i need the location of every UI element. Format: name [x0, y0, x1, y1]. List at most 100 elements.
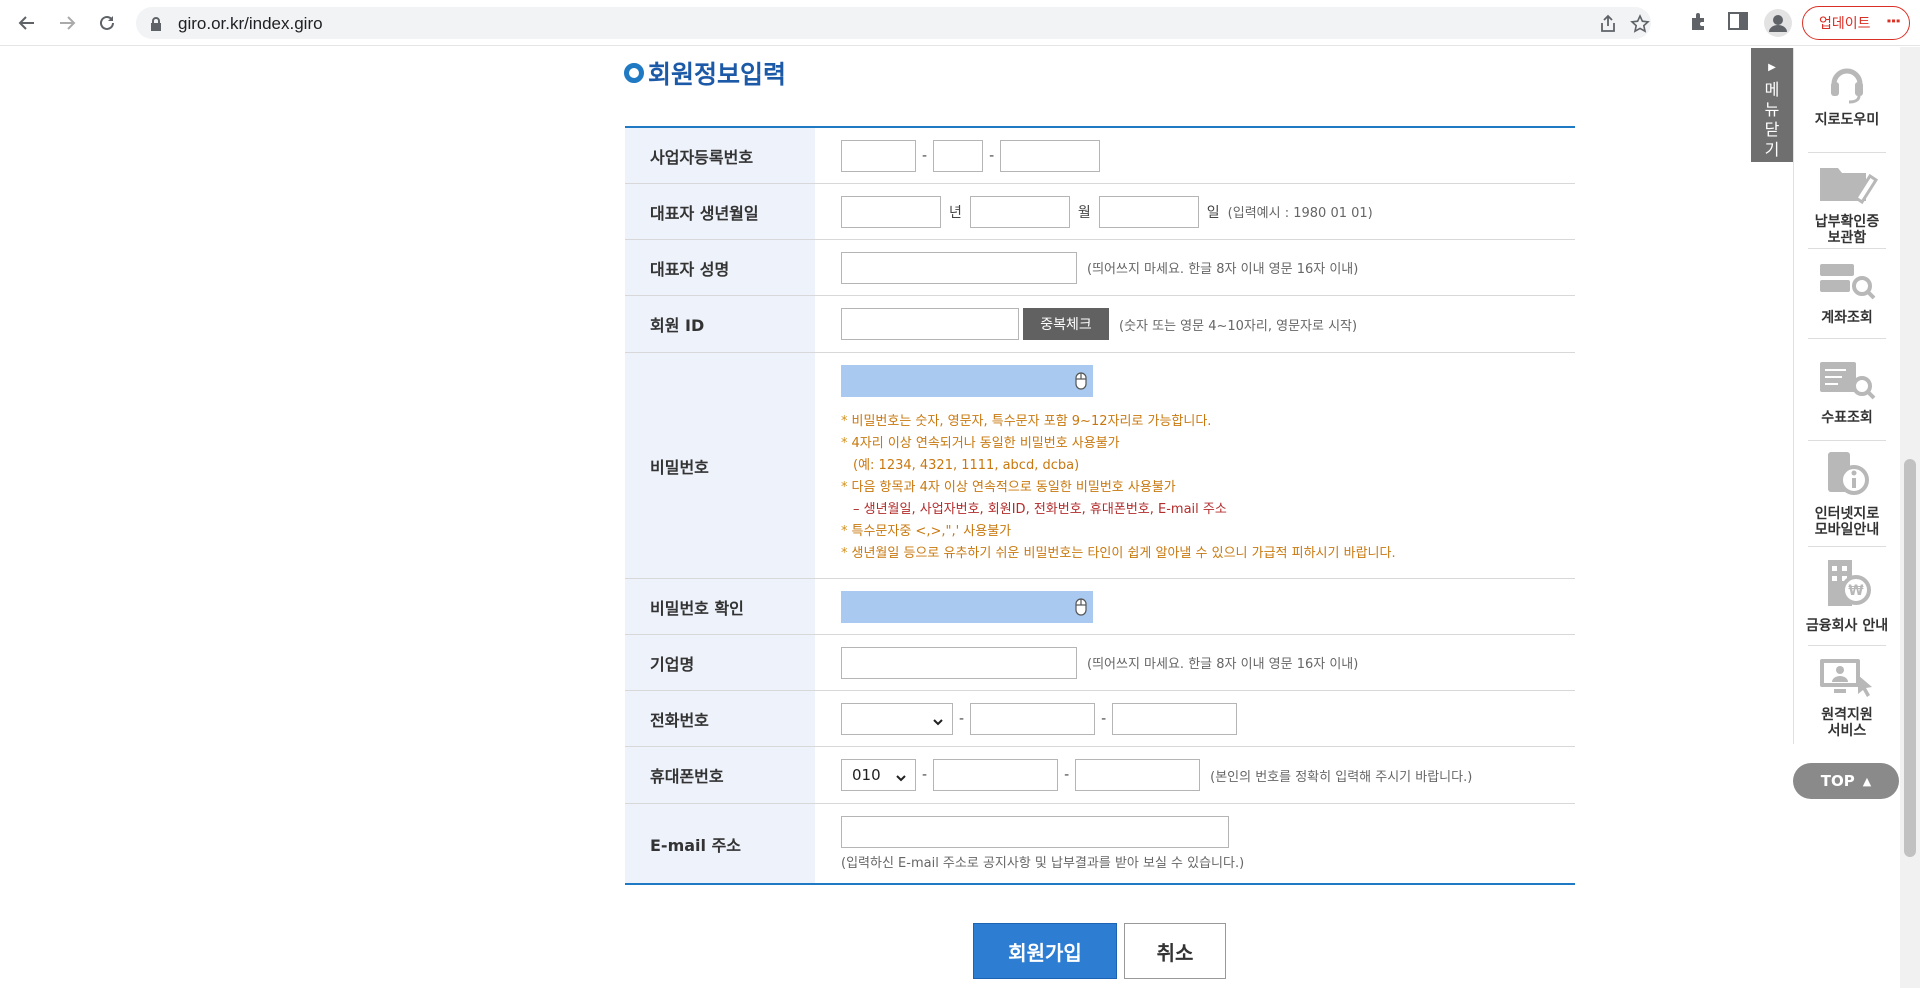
email-hint: (입력하신 E-mail 주소로 공지사항 및 납부결과를 받아 보실 수 있습…: [841, 856, 1245, 871]
cancel-button[interactable]: 취소: [1124, 923, 1226, 979]
forward-icon[interactable]: [52, 8, 82, 38]
scrollbar-thumb[interactable]: [1904, 459, 1916, 857]
url-text: giro.or.kr/index.giro: [178, 14, 323, 33]
side-panel-icon[interactable]: [1727, 10, 1749, 36]
birth-hint: (입력예시 : 1980 01 01): [1227, 206, 1373, 221]
quick-menu-label: 계좌조회: [1821, 310, 1873, 326]
phone-label: 전화번호: [625, 691, 815, 746]
more-menu-icon[interactable]: ⋮: [1884, 13, 1903, 29]
password-rule: * 비밀번호는 숫자, 영문자, 특수문자 포함 9~12자리로 가능합니다.: [841, 414, 1212, 429]
phone-last-input[interactable]: [1112, 702, 1238, 735]
rep-name-label: 대표자 성명: [625, 240, 815, 295]
row-email: E-mail 주소 (입력하신 E-mail 주소로 공지사항 및 납부결과를 …: [625, 804, 1575, 883]
check-search-icon: [1816, 358, 1878, 406]
row-birth: 대표자 생년월일 년 월 일 (입력예시 : 1980 01 01): [625, 184, 1575, 240]
birth-month-input[interactable]: [969, 195, 1070, 228]
quick-menu-item-mobile-guide[interactable]: 인터넷지로 모바일안내: [1794, 450, 1900, 538]
bank-icon: ₩: [1816, 556, 1878, 614]
password-confirm-input[interactable]: [841, 590, 1093, 623]
business-no-part2-input[interactable]: [933, 139, 984, 172]
scroll-top-button[interactable]: TOP ▲: [1793, 763, 1899, 799]
birth-label: 대표자 생년월일: [625, 184, 815, 239]
row-company: 기업명 (띄어쓰지 마세요. 한글 8자 이내 영문 16자 이내): [625, 635, 1575, 691]
quick-menu-item-bank-guide[interactable]: ₩ 금융회사 안내: [1794, 556, 1900, 634]
extensions-icon[interactable]: [1688, 10, 1710, 36]
row-mobile: 휴대폰번호 010 - - (본인의 번호를 정확히 입력해 주시기 바랍니다.…: [625, 747, 1575, 804]
update-label: 업데이트: [1819, 16, 1871, 32]
password-rules: * 비밀번호는 숫자, 영문자, 특수문자 포함 9~12자리로 가능합니다. *…: [841, 411, 1396, 565]
email-input[interactable]: [841, 816, 1229, 848]
page-scrollbar[interactable]: [1900, 47, 1920, 988]
account-search-icon: [1816, 258, 1878, 306]
quick-menu-label: 인터넷지로 모바일안내: [1814, 506, 1880, 538]
year-unit: 년: [949, 204, 962, 221]
password-rule: * 다음 항목과 4자 이상 연속적으로 동일한 비밀번호 사용불가: [841, 480, 1176, 495]
mobile-label: 휴대폰번호: [625, 747, 815, 803]
remote-support-icon: [1816, 655, 1878, 703]
share-icon[interactable]: [1598, 14, 1618, 38]
quick-menu-item-receipt-box[interactable]: 납부확인증 보관함: [1794, 162, 1900, 246]
birth-year-input[interactable]: [841, 195, 941, 228]
headset-icon: [1824, 60, 1870, 108]
password-rule-detail: – 생년월일, 사업자번호, 회원ID, 전화번호, 휴대폰번호, E-mail…: [853, 502, 1227, 517]
business-no-label: 사업자등록번호: [625, 128, 815, 183]
password-rule: * 4자리 이상 연속되거나 동일한 비밀번호 사용불가: [841, 436, 1120, 451]
company-label: 기업명: [625, 635, 815, 690]
password-confirm-label: 비밀번호 확인: [625, 579, 815, 634]
svg-text:₩: ₩: [1848, 583, 1864, 599]
password-rule: * 특수문자중 <,>,",' 사용불가: [841, 524, 1012, 539]
lock-icon: [150, 16, 162, 35]
email-label: E-mail 주소: [625, 804, 815, 883]
reload-icon[interactable]: [92, 8, 122, 38]
row-business-no: 사업자등록번호 - -: [625, 128, 1575, 184]
quick-menu-item-remote-support[interactable]: 원격지원 서비스: [1794, 655, 1900, 739]
quick-menu-label: 납부확인증 보관함: [1814, 214, 1880, 246]
address-bar[interactable]: giro.or.kr/index.giro: [136, 7, 1651, 39]
row-password-confirm: 비밀번호 확인: [625, 579, 1575, 635]
play-triangle-icon: ▶: [1768, 62, 1776, 73]
row-member-id: 회원 ID 중복체크 (숫자 또는 영문 4~10자리, 영문자로 시작): [625, 296, 1575, 353]
mobile-prefix-select[interactable]: 010: [841, 759, 916, 791]
chevron-down-icon: [932, 714, 944, 732]
folder-icon: [1816, 162, 1879, 210]
page-title: 회원정보입력: [648, 60, 787, 89]
company-hint: (띄어쓰지 마세요. 한글 8자 이내 영문 16자 이내): [1087, 657, 1359, 672]
browser-toolbar: giro.or.kr/index.giro 업데이트 ⋮: [0, 0, 1920, 46]
business-no-part1-input[interactable]: [841, 139, 916, 172]
rep-name-input[interactable]: [841, 251, 1077, 284]
arrow-up-icon: ▲: [1862, 774, 1872, 788]
password-input[interactable]: [841, 365, 1093, 397]
business-no-part3-input[interactable]: [1000, 139, 1101, 172]
company-input[interactable]: [841, 646, 1077, 679]
chevron-down-icon: [895, 770, 907, 788]
menu-close-button[interactable]: ▶ 메 뉴 닫 기: [1751, 48, 1793, 162]
quick-menu-label: 원격지원 서비스: [1821, 707, 1873, 739]
bookmark-star-icon[interactable]: [1630, 14, 1650, 38]
back-icon[interactable]: [12, 8, 42, 38]
rep-name-hint: (띄어쓰지 마세요. 한글 8자 이내 영문 16자 이내): [1087, 262, 1359, 277]
quick-menu-item-check-search[interactable]: 수표조회: [1794, 358, 1900, 426]
member-id-label: 회원 ID: [625, 296, 815, 352]
birth-day-input[interactable]: [1098, 195, 1199, 228]
row-phone: 전화번호 - -: [625, 691, 1575, 747]
phone-area-select[interactable]: [841, 702, 953, 735]
quick-menu-label: 수표조회: [1821, 410, 1873, 426]
join-button[interactable]: 회원가입: [973, 923, 1117, 979]
mouse-icon: [1075, 597, 1087, 620]
mobile-last-input[interactable]: [1075, 759, 1201, 791]
member-id-input[interactable]: [841, 308, 1019, 340]
quick-menu-item-account-search[interactable]: 계좌조회: [1794, 258, 1900, 326]
mouse-icon: [1075, 372, 1087, 394]
day-unit: 일: [1206, 204, 1220, 221]
mobile-info-icon: [1816, 450, 1878, 502]
profile-avatar-icon[interactable]: [1764, 9, 1792, 41]
phone-middle-input[interactable]: [970, 702, 1096, 735]
duplicate-check-button[interactable]: 중복체크: [1023, 308, 1109, 340]
row-password: 비밀번호 * 비밀번호는 숫자, 영문자, 특수문자 포함 9~12자리로 가능합…: [625, 353, 1575, 579]
mobile-middle-input[interactable]: [933, 759, 1059, 791]
password-rule: * 생년월일 등으로 유추하기 쉬운 비밀번호는 타인이 쉽게 알아낼 수 있으니…: [841, 546, 1396, 561]
quick-menu-label: 금융회사 안내: [1805, 618, 1889, 634]
member-id-hint: (숫자 또는 영문 4~10자리, 영문자로 시작): [1119, 318, 1358, 334]
update-button[interactable]: 업데이트 ⋮: [1802, 6, 1910, 40]
quick-menu-item-giro-helper[interactable]: 지로도우미: [1794, 60, 1900, 128]
